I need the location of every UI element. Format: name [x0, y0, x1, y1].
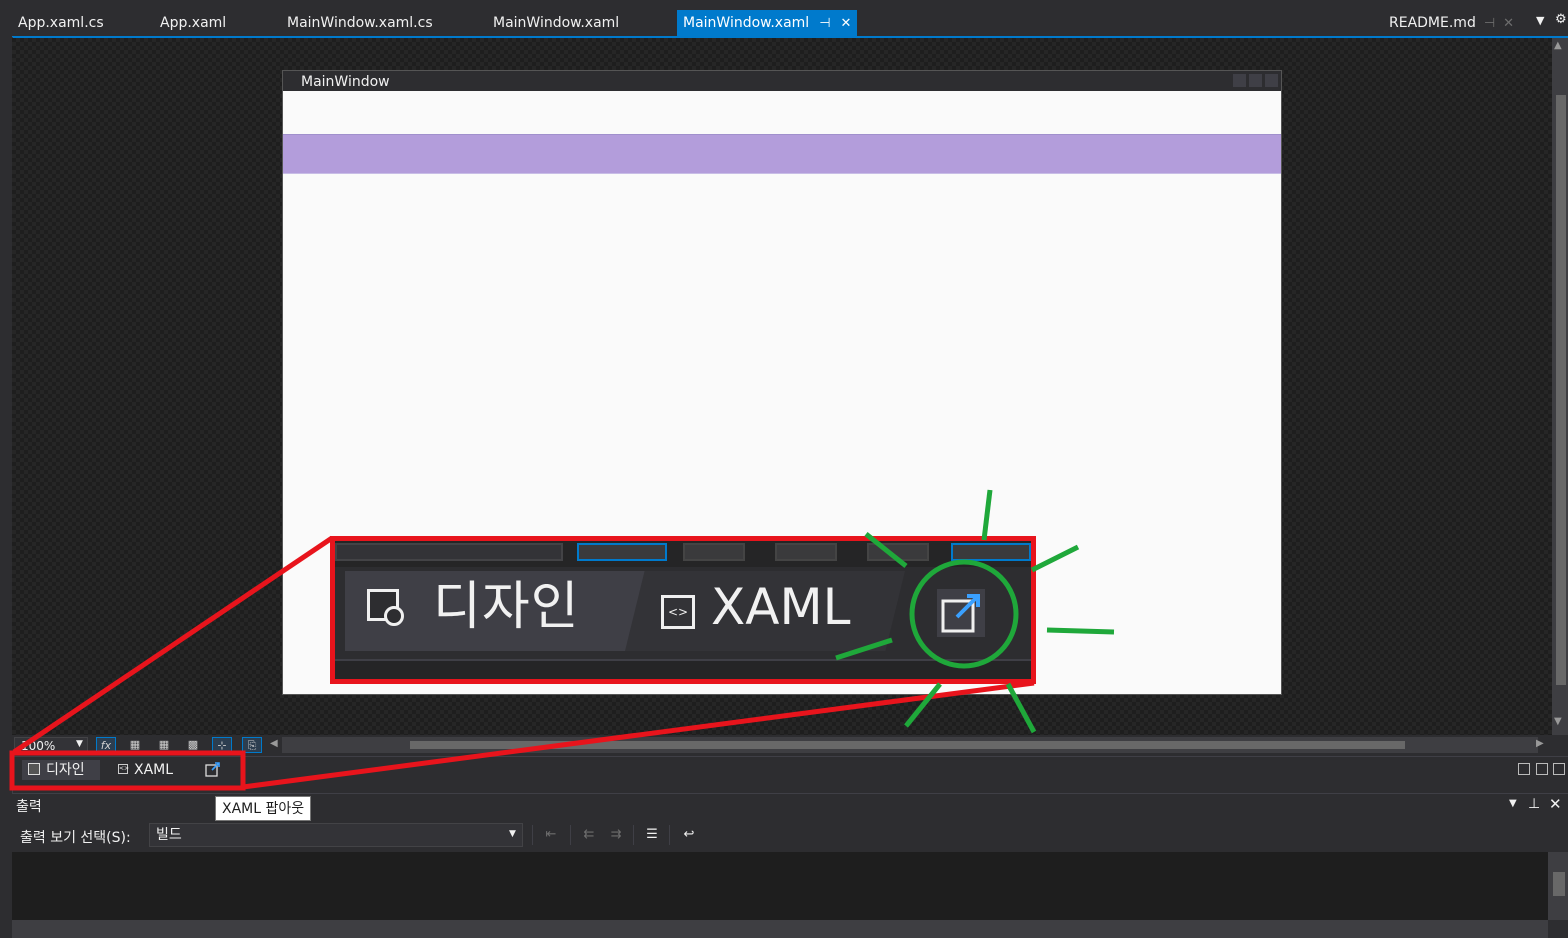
tab-mainwindow-xaml-active[interactable]: MainWindow.xaml ⊣ ✕: [677, 10, 858, 37]
tab-mainwindow-xaml-cs[interactable]: MainWindow.xaml.cs: [287, 10, 433, 37]
next-message-icon[interactable]: ⇉: [605, 825, 627, 845]
xaml-tab[interactable]: <> XAML: [118, 760, 188, 780]
mainwindow-titlebar: MainWindow: [283, 71, 1281, 91]
output-vertical-scroll-thumb[interactable]: [1553, 872, 1565, 896]
scroll-down-icon[interactable]: ▼: [1554, 716, 1562, 727]
vertical-split-icon[interactable]: [1518, 763, 1530, 775]
close-icon[interactable]: ✕: [1549, 795, 1562, 813]
scroll-left-icon[interactable]: ◀: [270, 738, 278, 749]
designer-vertical-scroll-thumb[interactable]: [1556, 95, 1566, 685]
previous-message-icon[interactable]: ⇇: [578, 825, 600, 845]
tab-label: README.md: [1389, 15, 1476, 31]
pin-icon[interactable]: ⊥: [1528, 796, 1540, 812]
callout-design-label: 디자인: [433, 577, 580, 637]
close-icon[interactable]: ✕: [841, 10, 852, 37]
designer-horizontal-scroll-thumb[interactable]: [410, 741, 1405, 749]
tab-list-dropdown-icon[interactable]: ▼: [1536, 14, 1548, 27]
collapse-pane-icon[interactable]: [1553, 763, 1565, 775]
callout-bottom-strip: [335, 659, 1031, 679]
scroll-up-icon[interactable]: ▲: [1554, 40, 1562, 51]
tab-label: MainWindow.xaml.cs: [287, 15, 433, 31]
xaml-view-icon: <>: [661, 595, 695, 629]
snap-grid-icon[interactable]: ▦: [154, 737, 174, 753]
scroll-right-icon[interactable]: ▶: [1536, 738, 1544, 749]
callout-xaml-label: XAML: [711, 578, 851, 636]
go-to-location-icon[interactable]: ⇤: [540, 825, 562, 845]
xaml-tab-label: XAML: [134, 762, 174, 778]
chevron-down-icon[interactable]: ▼: [1509, 798, 1517, 809]
clear-all-icon[interactable]: ☰: [641, 825, 663, 845]
design-view-icon: [367, 589, 404, 626]
maximize-icon: [1249, 74, 1262, 87]
mainwindow-title: MainWindow: [301, 74, 390, 90]
purple-grid-row[interactable]: [283, 134, 1281, 174]
output-text-area[interactable]: [12, 852, 1548, 920]
design-tab-label: 디자인: [46, 762, 85, 778]
horizontal-split-icon[interactable]: [1536, 763, 1548, 775]
pin-icon[interactable]: ⊣: [1484, 10, 1495, 37]
callout-design-tab: 디자인: [345, 571, 655, 651]
snap-lines-icon[interactable]: ⊹: [212, 737, 232, 753]
gear-icon[interactable]: ⚙: [1555, 12, 1568, 27]
tab-label: App.xaml: [160, 15, 227, 31]
tab-app-xaml-cs[interactable]: App.xaml.cs: [18, 10, 104, 37]
artboard-background-icon[interactable]: ▩: [183, 737, 203, 753]
pin-icon[interactable]: ⊣: [819, 10, 830, 37]
output-source-label: 출력 보기 선택(S):: [20, 830, 131, 846]
close-window-icon: [1265, 74, 1278, 87]
grid-icon[interactable]: ▦: [125, 737, 145, 753]
word-wrap-icon[interactable]: ↩: [678, 825, 700, 845]
toolbar-separator: [532, 825, 533, 845]
design-view-icon: [28, 763, 40, 775]
tab-readme-md[interactable]: README.md ⊣ ✕: [1389, 10, 1514, 37]
toolbar-separator: [633, 825, 634, 845]
tab-label: App.xaml.cs: [18, 15, 104, 31]
output-panel-title: 출력: [16, 799, 42, 815]
close-icon[interactable]: ✕: [1503, 10, 1514, 37]
minimize-icon: [1233, 74, 1246, 87]
chevron-down-icon[interactable]: ▼: [509, 829, 516, 839]
toolbar-separator: [669, 825, 670, 845]
design-tab[interactable]: 디자인: [22, 760, 100, 780]
tab-label: MainWindow.xaml: [493, 15, 620, 31]
tab-app-xaml[interactable]: App.xaml: [160, 10, 226, 37]
zoomed-split-bar-callout: 디자인 <> XAML: [330, 536, 1036, 684]
tab-mainwindow-xaml[interactable]: MainWindow.xaml: [493, 10, 619, 37]
callout-xaml-tab: <> XAML: [625, 571, 905, 651]
popout-tooltip: XAML 팝아웃: [215, 796, 312, 821]
output-source-select[interactable]: 빌드: [149, 823, 523, 847]
project-code-icon[interactable]: ⎘: [242, 737, 262, 753]
fx-effects-icon[interactable]: fx: [96, 737, 116, 753]
tab-label: MainWindow.xaml: [683, 15, 810, 31]
callout-toolbar-strip: [335, 541, 1031, 567]
toolbar-separator: [570, 825, 571, 845]
xaml-popout-icon[interactable]: [205, 762, 221, 777]
callout-popout-icon: [937, 589, 985, 637]
design-xaml-split-bar: [12, 756, 1568, 786]
xaml-view-icon: <>: [118, 764, 130, 774]
chevron-down-icon[interactable]: ▼: [76, 739, 83, 749]
output-horizontal-scrollbar[interactable]: [12, 920, 1548, 938]
